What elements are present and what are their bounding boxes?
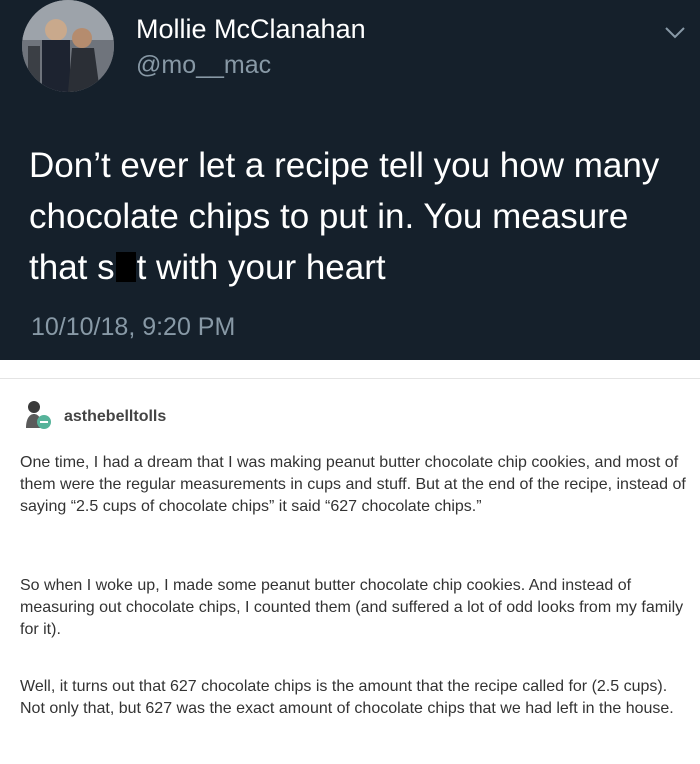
- user-handle[interactable]: @mo__mac: [136, 51, 271, 80]
- tweet-card: Mollie McClanahan @mo__mac Don’t ever le…: [0, 0, 700, 360]
- tweet-text-part2: t with your heart: [136, 248, 386, 287]
- post-paragraph: So when I woke up, I made some peanut bu…: [20, 577, 684, 638]
- redaction-box: [115, 252, 136, 282]
- display-name[interactable]: Mollie McClanahan: [136, 14, 366, 45]
- divider: [0, 378, 700, 379]
- profile-photo-icon: [22, 0, 114, 92]
- chevron-down-icon[interactable]: [664, 26, 686, 40]
- post-paragraph: One time, I had a dream that I was makin…: [20, 454, 686, 515]
- avatar[interactable]: [22, 0, 114, 92]
- post-card: asthebelltolls One time, I had a dream t…: [0, 380, 700, 764]
- tweet-timestamp[interactable]: 10/10/18, 9:20 PM: [31, 313, 235, 342]
- post-username[interactable]: asthebelltolls: [64, 408, 166, 426]
- post-paragraph: Well, it turns out that 627 chocolate ch…: [20, 678, 674, 717]
- user-avatar-icon[interactable]: [20, 398, 52, 430]
- tweet-text: Don’t ever let a recipe tell you how man…: [29, 140, 689, 293]
